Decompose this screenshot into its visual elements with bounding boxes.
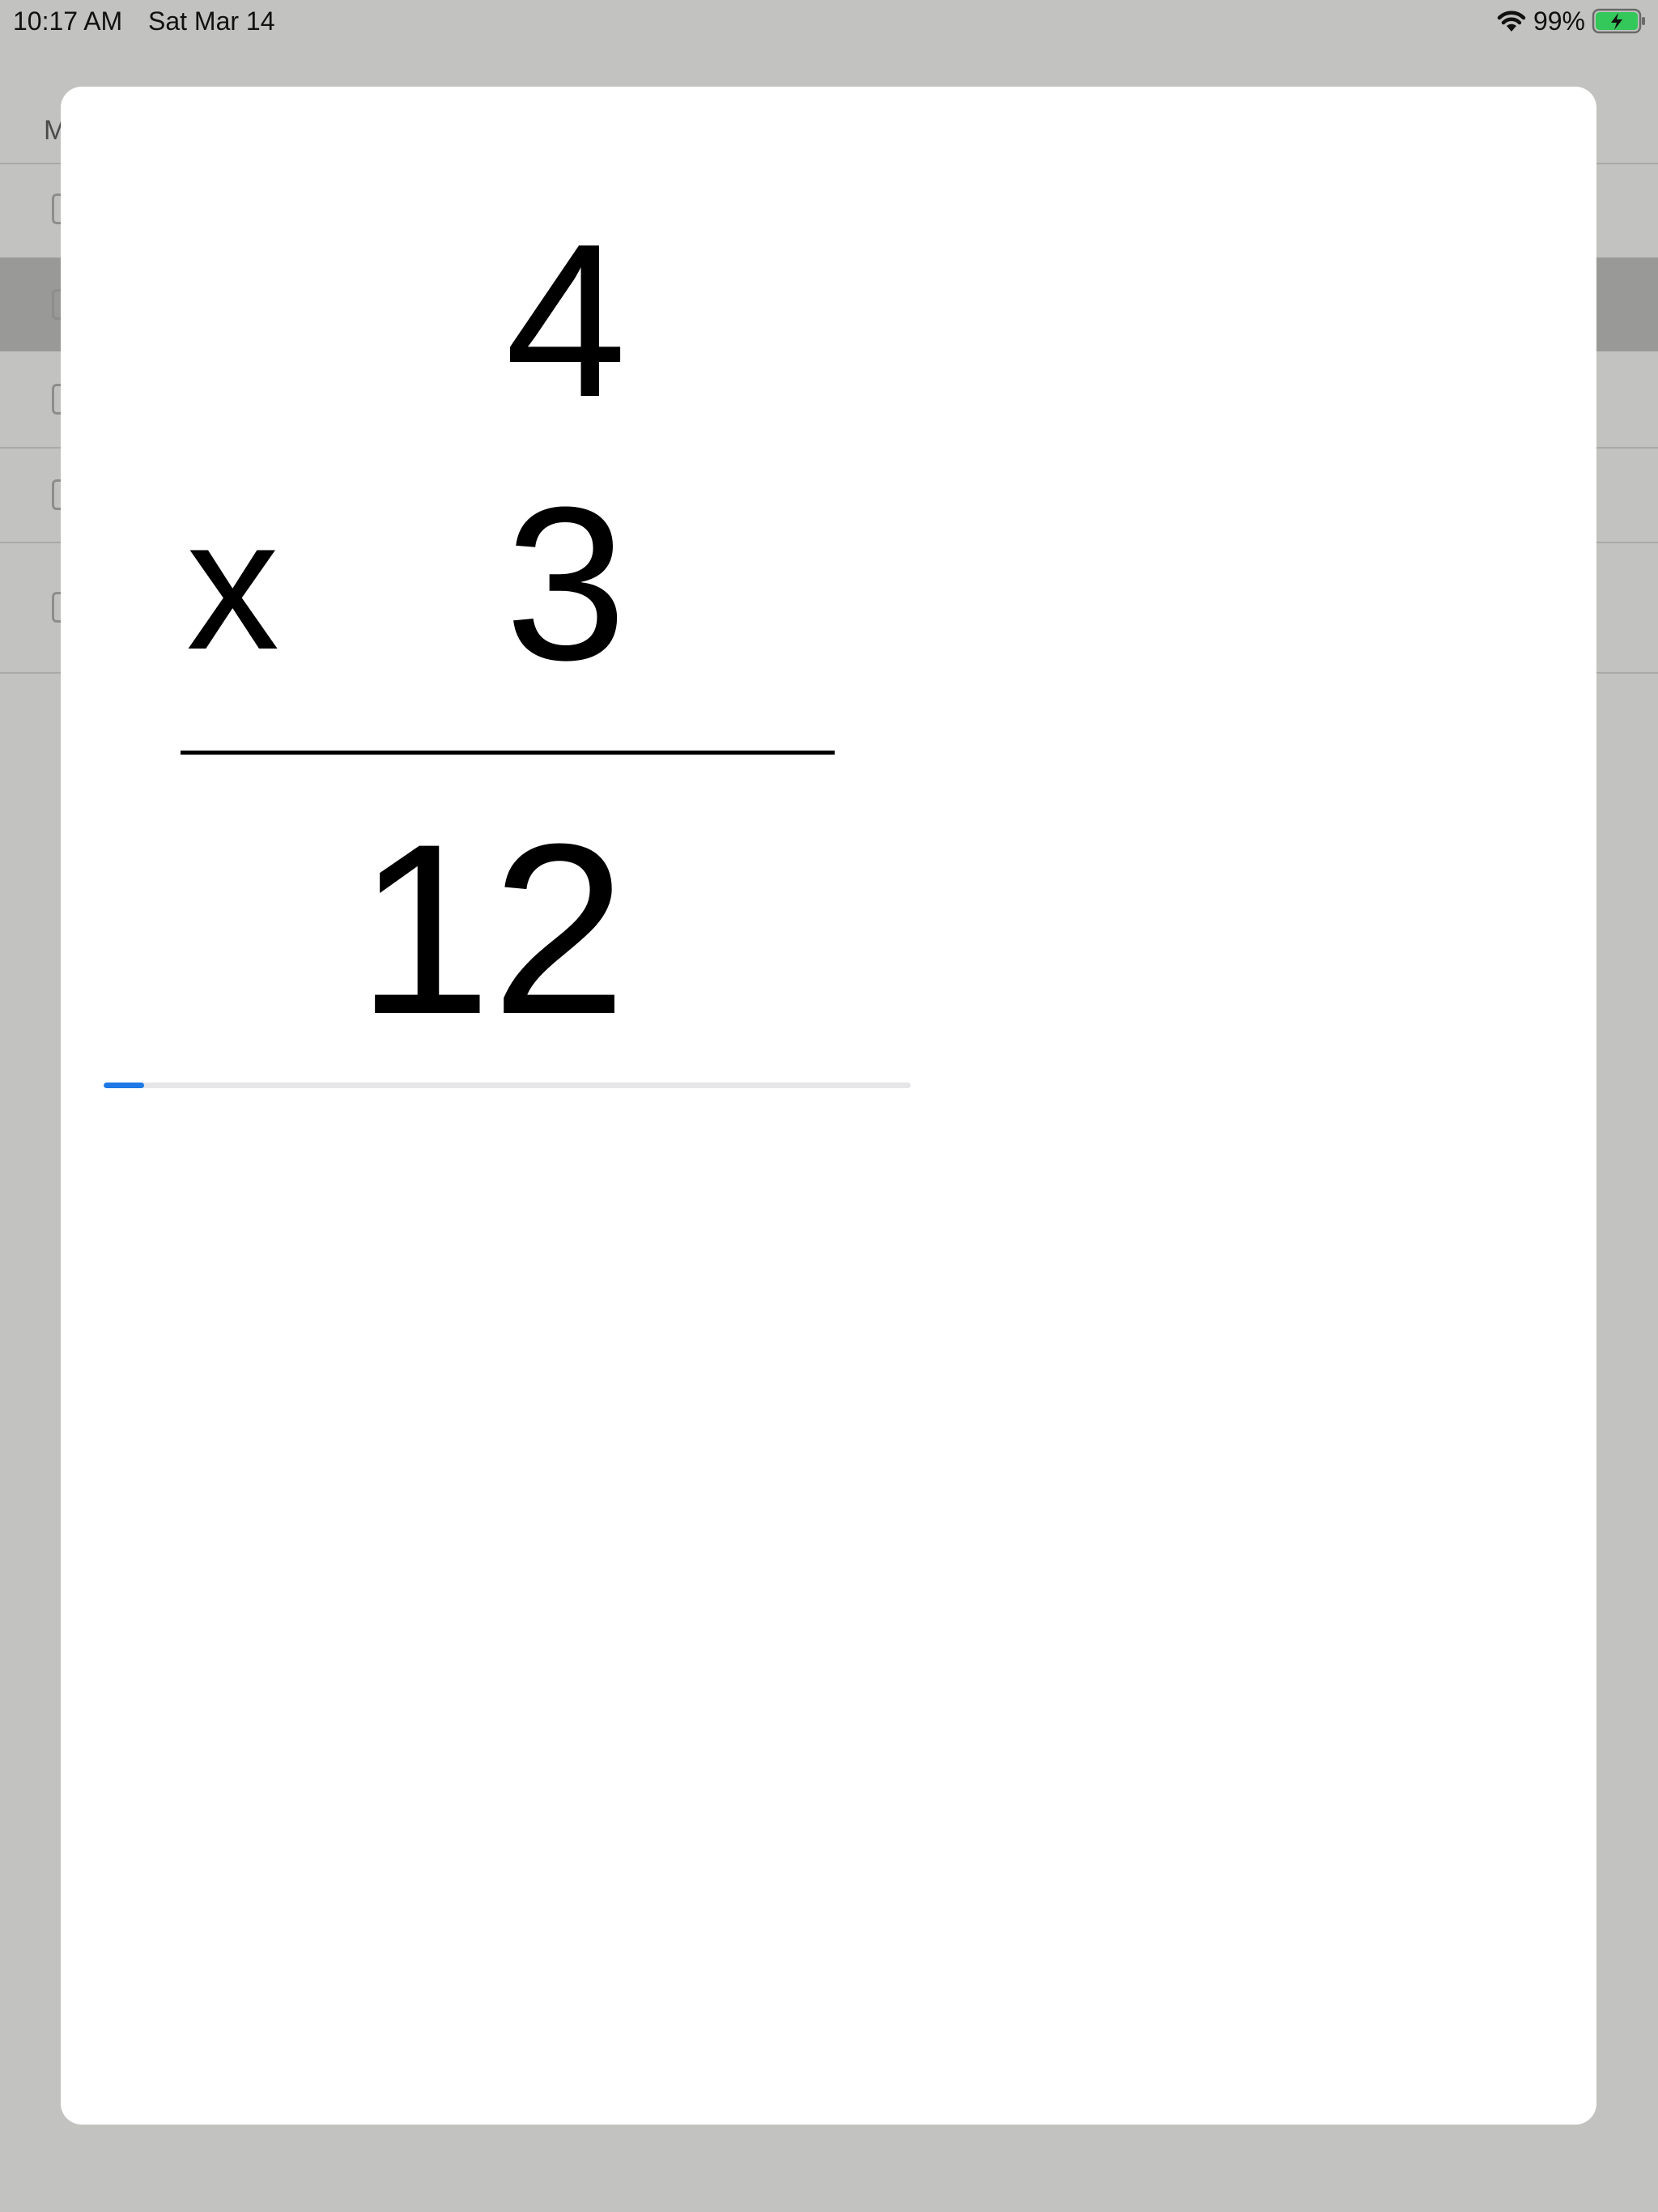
multiplier: 3 <box>504 462 627 706</box>
battery-percent: 99% <box>1533 6 1585 36</box>
multiply-operator: x <box>186 480 279 688</box>
multiplicand: 4 <box>504 199 627 443</box>
battery-charging-icon <box>1592 7 1647 35</box>
status-bar: 10:17 AM Sat Mar 14 99% <box>0 0 1658 44</box>
wifi-icon <box>1496 9 1527 33</box>
status-time: 10:17 AM <box>13 6 123 36</box>
progress-bar <box>104 1083 911 1088</box>
status-indicators: 99% <box>1496 5 1647 37</box>
progress-bar-fill <box>104 1083 144 1088</box>
answer: 12 <box>356 793 627 1065</box>
status-date: Sat Mar 14 <box>148 6 275 36</box>
flash-card-modal: 4 x 3 12 <box>61 87 1596 2125</box>
answer-line <box>181 751 835 755</box>
